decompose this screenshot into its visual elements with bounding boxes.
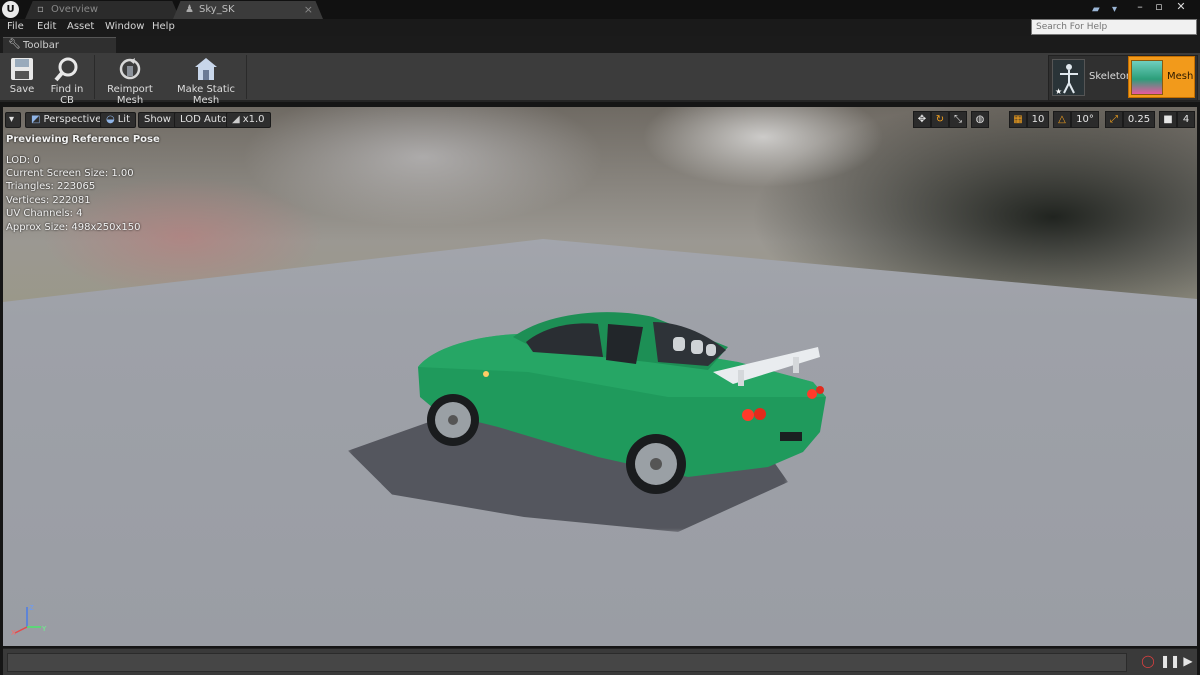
toolbar-panel-tab[interactable]: 🔧︎ Toolbar — [3, 37, 116, 53]
make-static-mesh-label: Make Static Mesh — [176, 84, 236, 106]
notification-icon[interactable]: ▰ — [1092, 4, 1106, 16]
rotation-snap-icon[interactable]: △ — [1053, 111, 1071, 128]
lod-auto-label: LOD Auto — [180, 114, 228, 125]
preview-pose-label: Previewing Reference Pose — [6, 134, 160, 145]
axis-gizmo-icon: Z X Y — [11, 604, 47, 637]
perspective-label: Perspective — [43, 114, 102, 125]
translate-tool-icon[interactable]: ✥ — [913, 111, 931, 128]
menu-window[interactable]: Window — [105, 21, 144, 32]
play-speed-label: x1.0 — [242, 114, 265, 125]
scale-snap-icon[interactable]: ⤢ — [1105, 111, 1123, 128]
lit-label: Lit — [117, 114, 131, 125]
toolbar-separator — [94, 55, 95, 99]
menu-edit[interactable]: Edit — [37, 21, 56, 32]
maximize-icon[interactable]: ▫ — [1151, 0, 1167, 14]
save-icon — [11, 58, 33, 80]
camera-speed-icon[interactable]: ■ — [1159, 111, 1177, 128]
stat-triangles: Triangles: 223065 — [6, 181, 96, 192]
help-search-input[interactable] — [1031, 19, 1197, 35]
show-button[interactable]: Show — [138, 112, 177, 128]
reimport-icon — [119, 58, 141, 80]
dropdown-arrow-icon: ▾ — [9, 114, 15, 125]
pause-icon[interactable]: ❚❚ — [1160, 653, 1180, 669]
unreal-logo-icon: U — [2, 1, 19, 18]
make-static-mesh-button[interactable]: Make Static Mesh — [168, 53, 244, 106]
toolbar: Save Find in CB Reimport Mesh Make Stati… — [0, 53, 1200, 106]
skeleton-icon: ★ — [1055, 64, 1078, 96]
mesh-thumbnail-icon — [1131, 60, 1163, 95]
skeleton-mode-label[interactable]: Skeleton — [1089, 71, 1132, 82]
play-speed-button[interactable]: ◢ x1.0 — [226, 112, 271, 128]
scale-snap-value[interactable]: 0.25 — [1123, 111, 1155, 128]
stat-screen-size: Current Screen Size: 1.00 — [6, 168, 134, 179]
minimize-icon[interactable]: – — [1132, 0, 1148, 14]
rotate-tool-icon[interactable]: ↻ — [931, 111, 949, 128]
world-space-icon[interactable]: ◍ — [971, 111, 989, 128]
chat-icon[interactable]: ▾ — [1112, 4, 1126, 16]
tab-overview-label: Overview — [51, 4, 99, 15]
reimport-mesh-button[interactable]: Reimport Mesh — [98, 53, 162, 106]
car-mesh-preview — [418, 312, 826, 494]
menu-bar: File Edit Asset Window Help — [0, 19, 1200, 36]
svg-text:★: ★ — [1055, 87, 1062, 96]
lit-sphere-icon: ◒ — [106, 114, 115, 125]
mesh-mode-label[interactable]: Mesh — [1167, 71, 1193, 82]
tab-sky-sk-label: Sky_SK — [199, 4, 235, 15]
close-icon[interactable]: ✕ — [1173, 0, 1189, 14]
save-button[interactable]: Save — [5, 53, 39, 101]
record-icon[interactable]: ◯ — [1140, 653, 1156, 669]
timeline-scrubber[interactable] — [7, 653, 1127, 672]
speed-arrow-icon: ◢ — [232, 114, 240, 125]
static-mesh-icon — [195, 58, 217, 80]
overview-tab-icon: ▫ — [37, 4, 44, 15]
skeletal-mesh-tab-icon: ♟ — [185, 4, 194, 15]
viewport-options-button[interactable]: ▾ — [5, 112, 21, 128]
svg-text:Y: Y — [41, 625, 47, 633]
find-in-cb-label: Find in CB — [50, 84, 84, 106]
save-label: Save — [9, 84, 35, 95]
reimport-mesh-label: Reimport Mesh — [107, 84, 153, 106]
perspective-button[interactable]: ◩ Perspective — [25, 112, 108, 128]
lod-auto-button[interactable]: LOD Auto — [174, 112, 234, 128]
panel-tab-bar — [0, 36, 1200, 53]
rotation-snap-value[interactable]: 10° — [1071, 111, 1099, 128]
svg-text:Z: Z — [29, 604, 34, 612]
stat-uv-channels: UV Channels: 4 — [6, 208, 83, 219]
grid-snap-value[interactable]: 10 — [1027, 111, 1049, 128]
perspective-icon: ◩ — [31, 114, 41, 125]
grid-snap-icon[interactable]: ▦ — [1009, 111, 1027, 128]
tab-sky-sk[interactable]: ♟ Sky_SK × — [173, 1, 323, 19]
wrench-icon: 🔧︎ — [8, 39, 21, 50]
tab-overview[interactable]: ▫ Overview — [25, 1, 180, 19]
magnifier-icon — [54, 57, 78, 82]
stat-lod: LOD: 0 — [6, 155, 40, 166]
play-icon[interactable]: ▶ — [1180, 653, 1196, 669]
tab-close-icon[interactable]: × — [304, 3, 313, 16]
menu-help[interactable]: Help — [152, 21, 175, 32]
find-in-cb-button[interactable]: Find in CB — [43, 53, 91, 106]
toolbar-separator — [246, 55, 247, 99]
show-label: Show — [144, 114, 171, 125]
timeline-bar — [3, 648, 1197, 675]
menu-asset[interactable]: Asset — [67, 21, 94, 32]
scale-tool-icon[interactable]: ⤡ — [949, 111, 967, 128]
viewport[interactable]: ▾ ◩ Perspective ◒ Lit Show LOD Auto ◢ x1.0 … — [3, 107, 1197, 646]
stat-vertices: Vertices: 222081 — [6, 195, 91, 206]
svg-text:X: X — [11, 629, 16, 637]
skeleton-mode-button[interactable]: ★ — [1052, 59, 1085, 96]
camera-speed-value[interactable]: 4 — [1177, 111, 1195, 128]
menu-file[interactable]: File — [7, 21, 24, 32]
lit-button[interactable]: ◒ Lit — [100, 112, 137, 128]
toolbar-tab-label: Toolbar — [23, 40, 60, 51]
stat-approx-size: Approx Size: 498x250x150 — [6, 222, 141, 233]
